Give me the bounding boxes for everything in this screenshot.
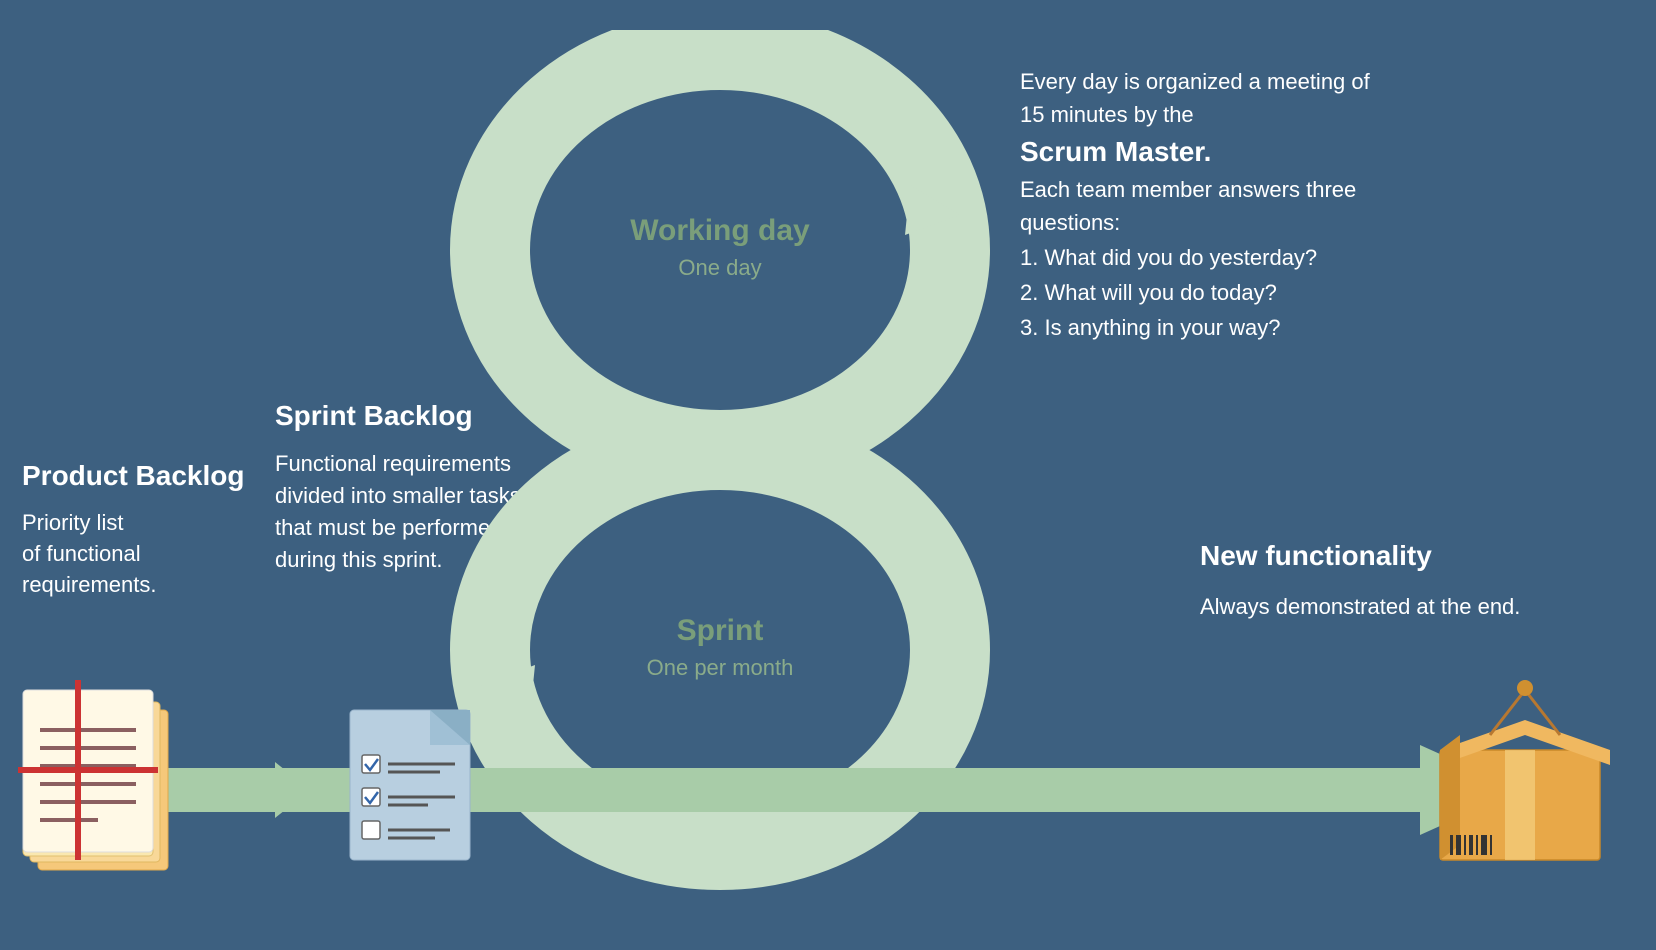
sprint-backlog-icon	[340, 680, 500, 880]
svg-text:One day: One day	[678, 255, 761, 280]
product-backlog-title: Product Backlog	[22, 460, 244, 492]
svg-text:One per month: One per month	[647, 655, 794, 680]
svg-text:Working day: Working day	[630, 214, 810, 247]
daily-scrum-text: Every day is organized a meeting of 15 m…	[1020, 65, 1400, 239]
small-arrow-1	[200, 760, 310, 820]
svg-text:Sprint: Sprint	[677, 614, 764, 647]
main-container: Product Backlog Priority list of functio…	[0, 0, 1656, 950]
daily-scrum-questions: 1. What did you do yesterday? 2. What wi…	[1020, 240, 1317, 346]
product-backlog-icon	[18, 680, 188, 880]
new-functionality-icon	[1430, 680, 1620, 870]
new-functionality-desc: Always demonstrated at the end.	[1200, 592, 1520, 623]
product-backlog-desc: Priority list of functional requirements…	[22, 508, 157, 600]
new-functionality-title: New functionality	[1200, 540, 1432, 572]
